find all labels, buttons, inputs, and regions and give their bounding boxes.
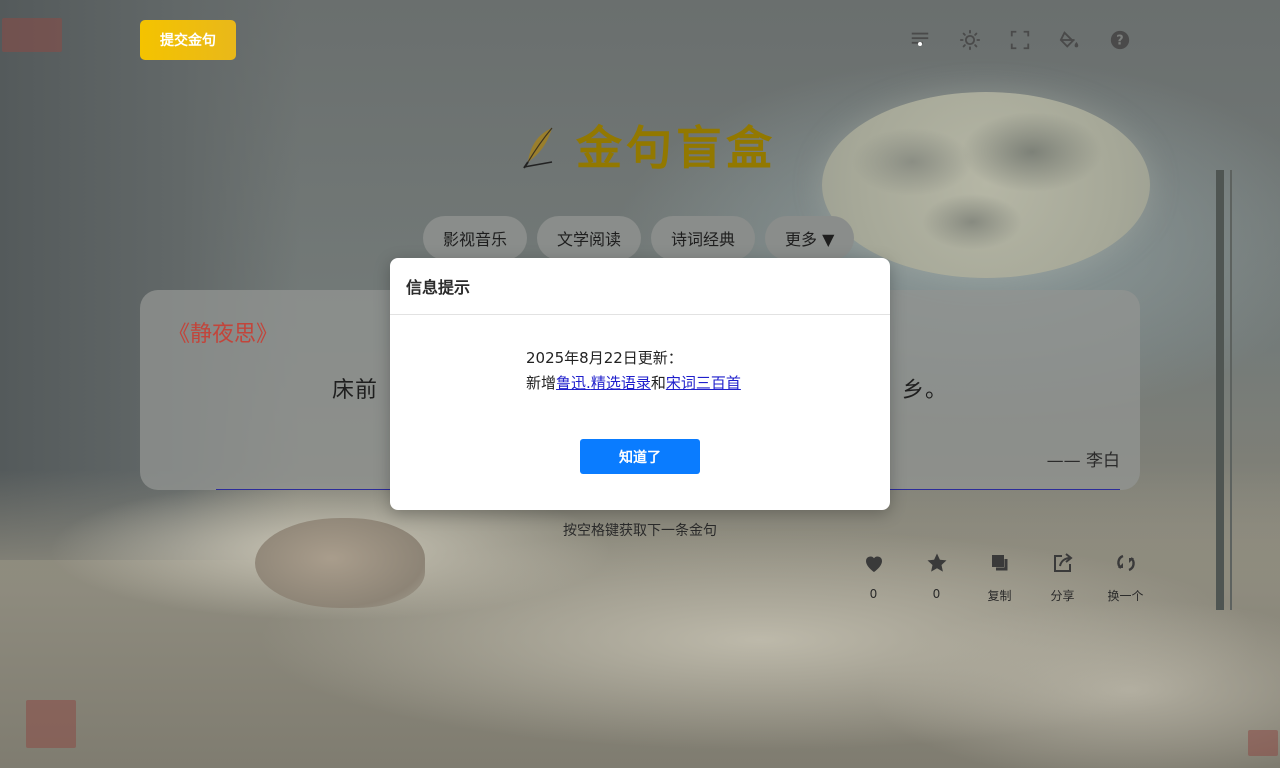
update-prefix: 新增 xyxy=(526,374,557,392)
song-ci-link[interactable]: 宋词三百首 xyxy=(666,374,741,392)
update-joiner: 和 xyxy=(650,374,666,392)
info-dialog: 信息提示 2025年8月22日更新： 新增鲁迅.精选语录和宋词三百首 知道了 xyxy=(390,258,890,510)
dialog-body: 2025年8月22日更新： 新增鲁迅.精选语录和宋词三百首 xyxy=(526,346,741,396)
dialog-title: 信息提示 xyxy=(390,258,890,315)
selected-quotes-link[interactable]: 精选语录 xyxy=(591,374,651,392)
update-date-line: 2025年8月22日更新： xyxy=(526,349,683,367)
acknowledge-button[interactable]: 知道了 xyxy=(580,439,700,474)
update-content-line: 新增鲁迅.精选语录和宋词三百首 xyxy=(526,371,741,396)
luxun-link[interactable]: 鲁迅 xyxy=(556,374,586,392)
